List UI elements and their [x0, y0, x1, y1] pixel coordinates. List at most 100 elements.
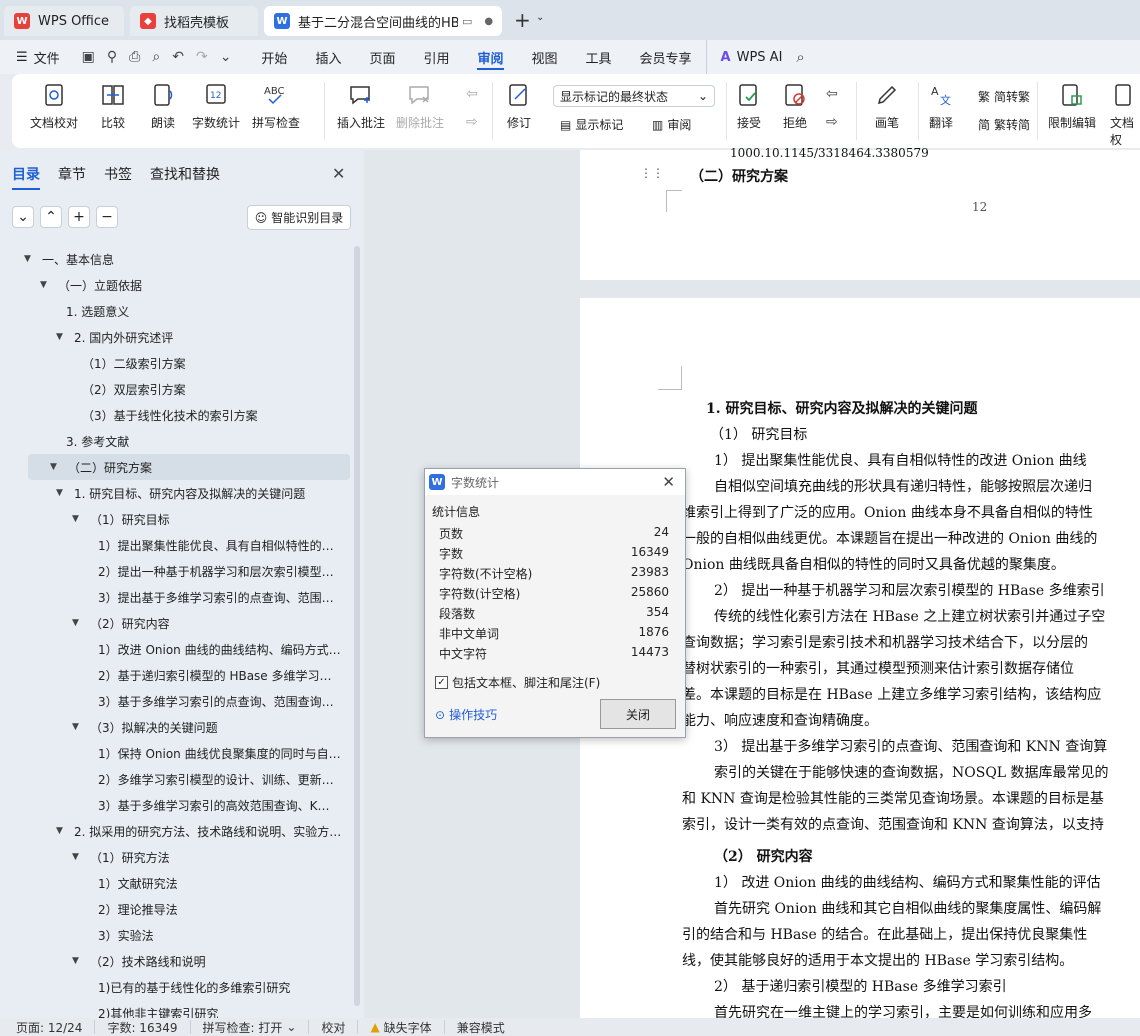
- toc-item[interactable]: ▼ 2. 国内外研究述评: [0, 324, 352, 350]
- review-pane-button[interactable]: ▥ 审阅: [652, 116, 691, 133]
- read-aloud-button[interactable]: 朗读: [150, 82, 176, 131]
- toc-item[interactable]: ▼ （二）研究方案: [28, 454, 350, 480]
- expand-triangle-icon[interactable]: ▼: [72, 618, 86, 628]
- toc-item[interactable]: 2）提出一种基于机器学习和层次索引模型…: [0, 558, 352, 584]
- menu-view[interactable]: 视图: [518, 40, 572, 74]
- pen-button[interactable]: 画笔: [874, 82, 900, 131]
- status-page[interactable]: 页面: 12/24: [0, 1020, 96, 1035]
- toc-item[interactable]: 2）多维学习索引模型的设计、训练、更新…: [0, 766, 352, 792]
- doc-rights-button[interactable]: 文档权: [1110, 82, 1140, 148]
- expand-down-button[interactable]: ⌄: [12, 206, 34, 228]
- toc-item[interactable]: 1）提出聚集性能优良、具有自相似特性的…: [0, 532, 352, 558]
- revise-button[interactable]: 修订: [506, 82, 532, 131]
- expand-triangle-icon[interactable]: ▼: [56, 826, 70, 836]
- accept-button[interactable]: 接受: [736, 82, 762, 131]
- include-textbox-checkbox[interactable]: ✓ 包括文本框、脚注和尾注(F): [435, 674, 600, 691]
- toc-item[interactable]: 3）基于多维学习索引的点查询、范围查询…: [0, 688, 352, 714]
- drag-handle-icon[interactable]: ⋮⋮: [640, 166, 664, 180]
- reject-button[interactable]: 拒绝: [782, 82, 808, 131]
- status-missing-font[interactable]: ▲ 缺失字体: [358, 1020, 445, 1035]
- toc-item[interactable]: 3）基于多维学习索引的高效范围查询、K…: [0, 792, 352, 818]
- simp-to-trad-button[interactable]: 繁 简转繁: [978, 88, 1030, 105]
- expand-triangle-icon[interactable]: ▼: [40, 280, 54, 290]
- compare-button[interactable]: 比较: [100, 82, 126, 131]
- chevron-down-icon[interactable]: ⌄: [536, 12, 544, 23]
- redo-icon[interactable]: ↷: [196, 49, 208, 65]
- menu-member[interactable]: 会员专享: [626, 40, 706, 74]
- toc-item[interactable]: 3）提出基于多维学习索引的点查询、范围…: [0, 584, 352, 610]
- toc-scrollbar[interactable]: [354, 246, 360, 1006]
- more-chevron-icon[interactable]: ⌄: [220, 49, 232, 65]
- file-menu[interactable]: ☰ 文件: [0, 40, 74, 74]
- translate-button[interactable]: A文 翻译: [928, 82, 954, 131]
- tab-bookmarks[interactable]: 书签: [104, 164, 132, 190]
- prev-comment-icon[interactable]: ⇦: [466, 86, 478, 102]
- markup-select[interactable]: 显示标记的最终状态 ⌄: [553, 85, 715, 107]
- wps-ai-button[interactable]: A WPS AI: [705, 40, 797, 74]
- status-spell[interactable]: 拼写检查: 打开 ⌄: [191, 1020, 310, 1035]
- undo-icon[interactable]: ↶: [172, 49, 184, 65]
- doc-check-button[interactable]: 文档校对: [30, 82, 78, 131]
- menu-start[interactable]: 开始: [247, 40, 301, 74]
- expand-triangle-icon[interactable]: ▼: [24, 254, 38, 264]
- toc-item[interactable]: ▼ （1）研究方法: [0, 844, 352, 870]
- tab-close-icon[interactable]: ●: [484, 16, 493, 27]
- close-pane-icon[interactable]: ✕: [332, 164, 345, 183]
- menu-page[interactable]: 页面: [355, 40, 409, 74]
- spell-check-button[interactable]: ABC 拼写检查: [252, 82, 300, 131]
- expand-triangle-icon[interactable]: ▼: [72, 722, 86, 732]
- print-preview-icon[interactable]: ⌕: [152, 49, 160, 65]
- toc-item[interactable]: ▼ 1. 研究目标、研究内容及拟解决的关键问题: [0, 480, 352, 506]
- menu-reference[interactable]: 引用: [409, 40, 463, 74]
- toc-item[interactable]: 2）基于递归索引模型的 HBase 多维学习…: [0, 662, 352, 688]
- next-change-icon[interactable]: ⇨: [826, 114, 838, 130]
- add-heading-button[interactable]: +: [68, 206, 90, 228]
- expand-triangle-icon[interactable]: ▼: [50, 462, 64, 472]
- expand-triangle-icon[interactable]: ▼: [72, 852, 86, 862]
- toc-item[interactable]: 1）保持 Onion 曲线优良聚集度的同时与自…: [0, 740, 352, 766]
- restrict-edit-button[interactable]: 限制编辑: [1048, 82, 1096, 131]
- expand-triangle-icon[interactable]: ▼: [56, 488, 70, 498]
- toc-item[interactable]: ▼ （1）研究目标: [0, 506, 352, 532]
- toc-item[interactable]: （2）双层索引方案: [0, 376, 352, 402]
- toc-item[interactable]: ▼ （2）技术路线和说明: [0, 948, 352, 974]
- toc-item[interactable]: ▼ （一）立题依据: [0, 272, 352, 298]
- tab-find-replace[interactable]: 查找和替换: [150, 164, 220, 190]
- word-count-button[interactable]: 12 字数统计: [192, 82, 240, 131]
- toc-item[interactable]: 2）理论推导法: [0, 896, 352, 922]
- toc-item[interactable]: 1. 选题意义: [0, 298, 352, 324]
- tab-document[interactable]: W 基于二分混合空间曲线的HBa ▭ ●: [264, 6, 502, 36]
- save-icon[interactable]: ▣: [82, 49, 95, 65]
- menu-review[interactable]: 审阅: [463, 40, 517, 74]
- tab-chapters[interactable]: 章节: [58, 164, 86, 190]
- toc-item[interactable]: ▼ 一、基本信息: [0, 246, 352, 272]
- menu-tools[interactable]: 工具: [572, 40, 626, 74]
- toc-item[interactable]: （3）基于线性化技术的索引方案: [0, 402, 352, 428]
- insert-comment-button[interactable]: 插入批注: [337, 82, 385, 131]
- dialog-close-button[interactable]: 关闭: [600, 699, 676, 729]
- status-proof[interactable]: 校对: [309, 1020, 359, 1035]
- trad-to-simp-button[interactable]: 简 繁转简: [978, 116, 1030, 133]
- tab-toc[interactable]: 目录: [12, 164, 40, 190]
- toc-item[interactable]: 1)已有的基于线性化的多维索引研究: [0, 974, 352, 1000]
- collapse-up-button[interactable]: ⌃: [40, 206, 62, 228]
- toc-item[interactable]: ▼ （2）研究内容: [0, 610, 352, 636]
- next-comment-icon[interactable]: ⇨: [466, 114, 478, 130]
- dialog-close-icon[interactable]: ✕: [662, 473, 675, 491]
- show-markup-button[interactable]: ▤ 显示标记: [560, 116, 623, 133]
- remove-heading-button[interactable]: −: [96, 206, 118, 228]
- new-tab-button[interactable]: +: [514, 8, 531, 32]
- print-icon[interactable]: ⎙: [129, 49, 140, 65]
- search-icon[interactable]: ⌕: [796, 48, 804, 66]
- toc-item[interactable]: 1）文献研究法: [0, 870, 352, 896]
- toc-item[interactable]: ▼ 2. 拟采用的研究方法、技术路线和说明、实验方…: [0, 818, 352, 844]
- expand-triangle-icon[interactable]: ▼: [56, 332, 70, 342]
- prev-change-icon[interactable]: ⇦: [826, 86, 838, 102]
- ai-toc-button[interactable]: ☺ 智能识别目录: [247, 205, 351, 230]
- menu-insert[interactable]: 插入: [301, 40, 355, 74]
- toc-item[interactable]: ▼ （3）拟解决的关键问题: [0, 714, 352, 740]
- tab-templates[interactable]: ◆ 找稻壳模板: [130, 6, 258, 36]
- toc-item[interactable]: 3. 参考文献: [0, 428, 352, 454]
- toc-item[interactable]: 1）改进 Onion 曲线的曲线结构、编码方式…: [0, 636, 352, 662]
- expand-triangle-icon[interactable]: ▼: [72, 956, 86, 966]
